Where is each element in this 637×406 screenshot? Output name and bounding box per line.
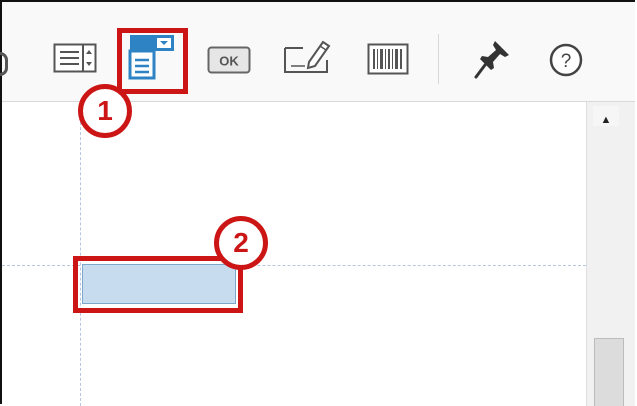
callout-number: 1 bbox=[97, 95, 113, 126]
app-window: OK ? ▲ 1 2 bbox=[0, 0, 635, 406]
help-glyph: ? bbox=[561, 51, 572, 72]
ok-label: OK bbox=[219, 53, 239, 68]
pin-tool-button[interactable] bbox=[472, 38, 514, 84]
help-icon: ? bbox=[549, 43, 583, 82]
list-box-tool-button[interactable] bbox=[52, 42, 98, 78]
callout-badge-1: 1 bbox=[78, 84, 132, 138]
signature-field-icon bbox=[283, 36, 333, 81]
scroll-up-arrow-icon[interactable]: ▲ bbox=[593, 106, 619, 126]
vertical-guide-line bbox=[80, 102, 81, 406]
ok-button-tool-button[interactable]: OK bbox=[206, 46, 252, 79]
help-tool-button[interactable]: ? bbox=[548, 43, 584, 82]
ok-button-icon: OK bbox=[207, 46, 251, 79]
list-box-icon bbox=[53, 43, 97, 78]
form-design-canvas[interactable] bbox=[2, 102, 586, 406]
pushpin-icon bbox=[473, 37, 513, 86]
scrollbar-thumb[interactable] bbox=[594, 338, 624, 406]
toolbar-separator bbox=[438, 34, 439, 84]
partial-tool-icon[interactable] bbox=[0, 52, 8, 76]
barcode-tool-button[interactable] bbox=[366, 43, 410, 80]
dropdown-tool-highlight bbox=[117, 28, 188, 94]
callout-number: 2 bbox=[233, 227, 249, 258]
barcode-icon bbox=[367, 43, 409, 80]
callout-badge-2: 2 bbox=[214, 216, 268, 270]
signature-tool-button[interactable] bbox=[282, 37, 334, 79]
new-field-highlight bbox=[73, 256, 243, 313]
